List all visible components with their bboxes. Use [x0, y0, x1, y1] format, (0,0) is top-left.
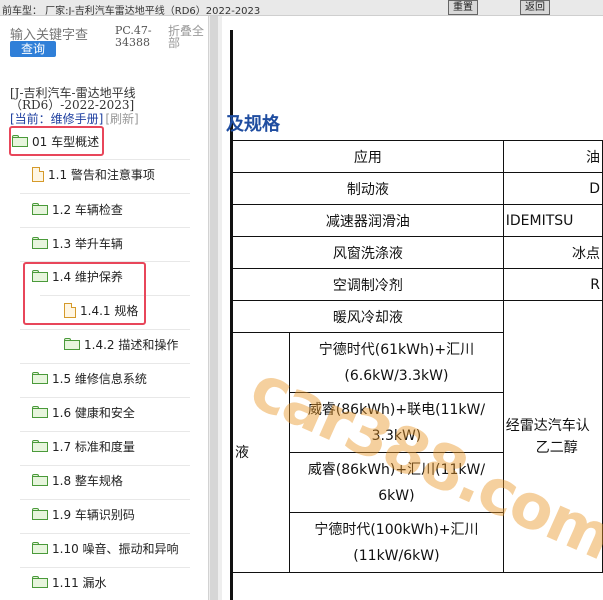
reset-button[interactable]: 重置 [448, 0, 478, 15]
back-button[interactable]: 返回 [520, 0, 550, 15]
folder-icon [32, 508, 48, 520]
highlight-box-maintenance [23, 262, 146, 325]
document-icon [32, 166, 44, 182]
table-header-row: 应用 油 [232, 140, 603, 173]
section-title: 及规格 [226, 114, 280, 135]
tree-item-1-7-standards[interactable]: 1.7 标准和度量 [32, 437, 135, 455]
manual-title: [J-吉利汽车-雷达地平线（RD6）-2022-2023] [10, 86, 136, 112]
row-name: 制动液 [232, 172, 504, 205]
folder-icon [32, 576, 48, 588]
row-name: 暖风冷却液 [232, 300, 504, 333]
row-value: D [502, 172, 603, 205]
tree-item-label: 1.2 车辆检查 [52, 202, 123, 217]
tree-item-1-1-warnings[interactable]: 1.1 警告和注意事项 [32, 165, 155, 183]
tree-item-label: 1.8 整车规格 [52, 473, 123, 488]
pc-code-label: PC.47-34388 [115, 24, 152, 49]
table-row: 风窗洗涤液 冰点 [232, 236, 603, 269]
query-button[interactable]: 查询 [10, 41, 56, 57]
folder-icon [64, 338, 80, 350]
tree-item-1-4-2-description[interactable]: 1.4.2 描述和操作 [64, 335, 178, 353]
sidebar: 查询 PC.47-34388 折叠全部 [J-吉利汽车-雷达地平线（RD6）-2… [0, 16, 208, 600]
tree-item-label: 1.10 噪音、振动和异响 [52, 541, 179, 556]
battery-combo-cell: 宁德时代(100kWh)+汇川 (11kW/6kW) [289, 512, 504, 573]
folder-icon [32, 440, 48, 452]
tree-item-1-5-repair-info[interactable]: 1.5 维修信息系统 [32, 369, 147, 387]
tree-item-1-9-vin[interactable]: 1.9 车辆识别码 [32, 505, 135, 523]
tree-item-1-8-vehicle-specs[interactable]: 1.8 整车规格 [32, 471, 123, 489]
tree-item-label: 1.11 漏水 [52, 575, 107, 590]
tree-item-label: 1.7 标准和度量 [52, 439, 135, 454]
tree-item-1-11-water-leak[interactable]: 1.11 漏水 [32, 573, 107, 591]
sidebar-scrollbar[interactable] [210, 16, 218, 600]
tree-item-1-6-health-safety[interactable]: 1.6 健康和安全 [32, 403, 135, 421]
row-value: IDEMITSU [502, 204, 603, 237]
tree-item-label: 1.5 维修信息系统 [52, 371, 147, 386]
tree-item-label: 1.4.2 描述和操作 [84, 337, 179, 352]
tree-item-1-2-vehicle-check[interactable]: 1.2 车辆检查 [32, 200, 123, 218]
header-application: 应用 [232, 140, 504, 173]
vehicle-title: 前车型： 厂家:J-吉利汽车雷达地平线（RD6）2022-2023 [2, 6, 261, 16]
row-name: 风窗洗涤液 [232, 236, 504, 269]
row-name: 减速器润滑油 [232, 204, 504, 237]
table-row: 减速器润滑油 IDEMITSU [232, 204, 603, 237]
tree-item-label: 1.6 健康和安全 [52, 405, 135, 420]
combo-line: (11kW/6kW) [353, 547, 440, 564]
table-row: 空调制冷剂 R [232, 268, 603, 301]
tree-item-1-3-lift-vehicle[interactable]: 1.3 举升车辆 [32, 234, 123, 252]
row-name: 空调制冷剂 [232, 268, 504, 301]
combo-line: 宁德时代(100kWh)+汇川 [314, 521, 479, 538]
tree-item-label: 1.1 警告和注意事项 [48, 167, 155, 182]
table-row: 制动液 D [232, 172, 603, 205]
folder-icon [32, 542, 48, 554]
merged-value-line: 乙二醇 [535, 439, 578, 456]
combo-line: 宁德时代(61kWh)+汇川 [318, 341, 475, 358]
title-bar: 前车型： 厂家:J-吉利汽车雷达地平线（RD6）2022-2023 重置 返回 [0, 0, 603, 16]
tree-item-label: 1.3 举升车辆 [52, 236, 123, 251]
current-manual: [当前：维修手册] [刷新] [10, 110, 139, 127]
highlight-box-overview [9, 126, 104, 156]
folder-icon [32, 237, 48, 249]
current-label: [当前：维修手册] [10, 112, 104, 126]
merged-value-line: 经雷达汽车认 [505, 417, 590, 434]
row-value: 冰点 [502, 236, 603, 269]
folder-icon [32, 203, 48, 215]
collapse-all-link[interactable]: 折叠全部 [168, 25, 208, 49]
header-oil: 油 [502, 140, 603, 173]
folder-icon [32, 474, 48, 486]
row-value: R [502, 268, 603, 301]
table-row: 暖风冷却液 经雷达汽车认 乙二醇 [232, 300, 603, 573]
tree-item-label: 1.9 车辆识别码 [52, 507, 135, 522]
folder-icon [32, 372, 48, 384]
tree-item-1-10-nvh[interactable]: 1.10 噪音、振动和异响 [32, 539, 179, 557]
refresh-link[interactable]: [刷新] [105, 112, 138, 126]
folder-icon [32, 406, 48, 418]
